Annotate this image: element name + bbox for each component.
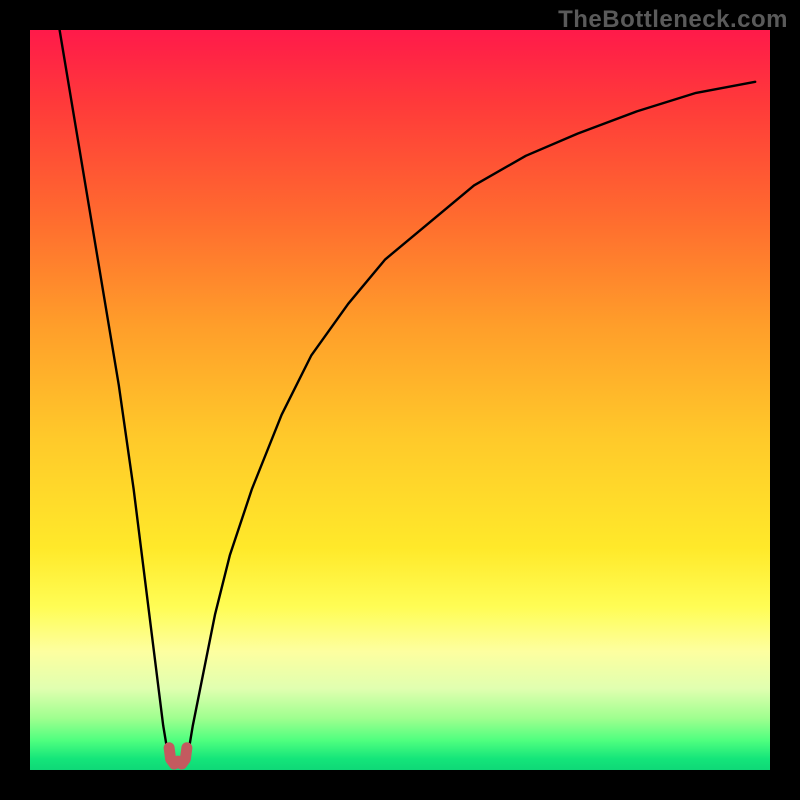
- plot-area: [30, 30, 770, 770]
- curve-svg: [30, 30, 770, 770]
- cusp-marker: [169, 748, 187, 764]
- curve-right-branch: [185, 82, 755, 761]
- chart-frame: TheBottleneck.com: [0, 0, 800, 800]
- curve-left-branch: [60, 30, 171, 761]
